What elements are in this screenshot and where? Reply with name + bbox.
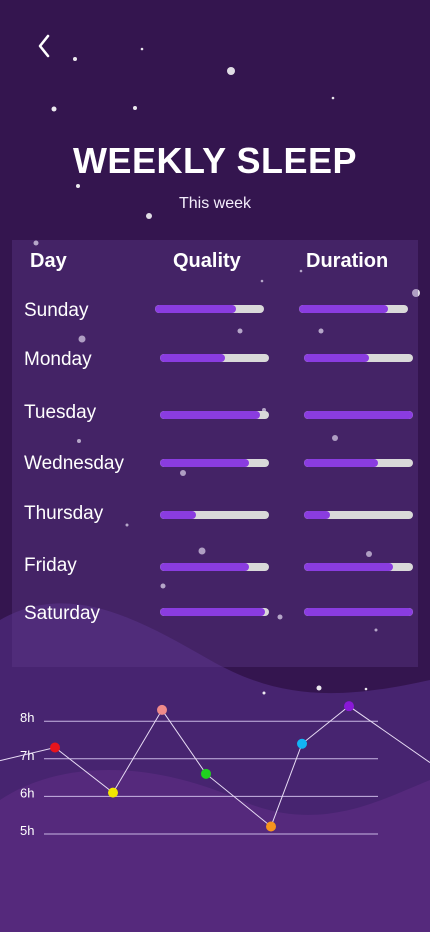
- quality-bar: [155, 305, 264, 313]
- y-tick-label: 5h: [20, 823, 34, 838]
- sleep-line: [0, 705, 430, 828]
- page-title: WEEKLY SLEEP: [72, 140, 358, 181]
- duration-bar: [304, 511, 413, 519]
- data-point: [266, 821, 276, 832]
- quality-bar: [160, 354, 269, 362]
- chevron-left-icon: [38, 34, 50, 58]
- quality-bar: [160, 608, 269, 616]
- quality-bar: [160, 563, 269, 571]
- weekly-sleep-screen: WEEKLY SLEEP This week Day Quality Durat…: [0, 0, 430, 932]
- data-point: [157, 704, 167, 715]
- duration-bar-fill: [304, 354, 369, 362]
- duration-bar-fill: [304, 563, 393, 571]
- sleep-hours-chart: 8h7h6h5h: [0, 701, 430, 838]
- star: [140, 47, 144, 51]
- star: [51, 106, 57, 112]
- column-header-day: Day: [30, 250, 67, 272]
- quality-bar-fill: [155, 305, 236, 313]
- y-tick-label: 8h: [20, 710, 34, 725]
- data-point: [344, 701, 354, 712]
- duration-bar: [304, 608, 413, 616]
- quality-bar-fill: [160, 459, 249, 467]
- column-header-quality: Quality: [173, 250, 241, 272]
- duration-bar-fill: [304, 459, 378, 467]
- day-label: Monday: [24, 349, 92, 370]
- page-subtitle: This week: [178, 195, 252, 212]
- star: [146, 213, 152, 219]
- day-label: Sunday: [24, 300, 89, 321]
- day-label: Wednesday: [24, 453, 124, 474]
- star: [227, 67, 235, 75]
- quality-bar: [160, 411, 269, 419]
- duration-bar: [304, 411, 413, 419]
- duration-bar-fill: [299, 305, 388, 313]
- column-header-duration: Duration: [306, 250, 389, 272]
- star: [73, 57, 77, 61]
- data-point: [297, 738, 307, 749]
- day-label: Friday: [24, 555, 77, 576]
- duration-bar: [304, 459, 413, 467]
- duration-bar-fill: [304, 511, 330, 519]
- day-label: Tuesday: [24, 402, 97, 423]
- duration-bar: [304, 563, 413, 571]
- duration-bar: [304, 354, 413, 362]
- duration-bar: [299, 305, 408, 313]
- quality-bar-fill: [160, 608, 265, 616]
- y-tick-label: 6h: [20, 785, 34, 800]
- star: [331, 96, 335, 100]
- quality-bar-fill: [160, 511, 196, 519]
- day-label: Saturday: [24, 603, 101, 624]
- data-point: [108, 787, 118, 798]
- quality-bar: [160, 459, 269, 467]
- quality-bar-fill: [160, 563, 249, 571]
- duration-bar-fill: [304, 411, 413, 419]
- data-point: [50, 742, 60, 753]
- quality-bar-fill: [160, 354, 225, 362]
- chart-y-labels: 8h7h6h5h: [20, 710, 34, 838]
- quality-bar-fill: [160, 411, 260, 419]
- quality-bar: [160, 511, 269, 519]
- back-button[interactable]: [30, 30, 58, 62]
- duration-bar-fill: [304, 608, 413, 616]
- star: [76, 184, 80, 188]
- data-point: [201, 768, 211, 779]
- day-label: Thursday: [24, 503, 104, 524]
- star: [133, 106, 137, 110]
